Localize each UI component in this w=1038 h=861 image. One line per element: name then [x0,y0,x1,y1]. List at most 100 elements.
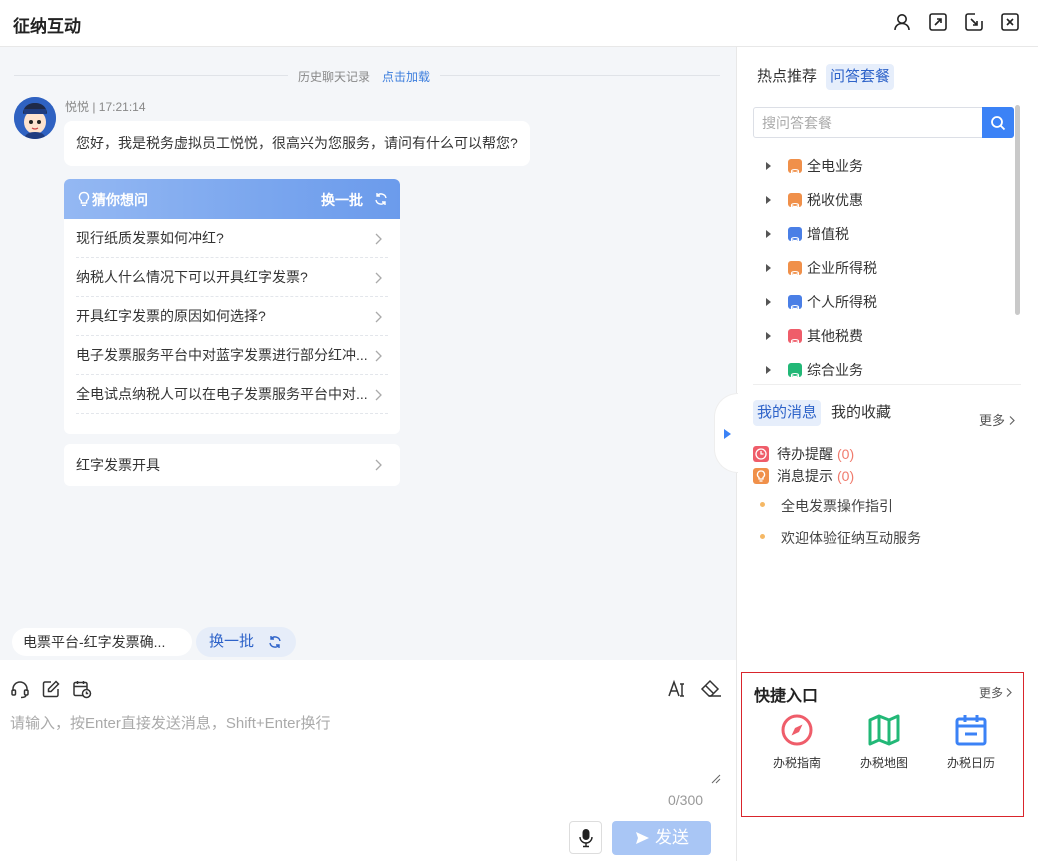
caret-right-icon[interactable] [766,230,771,238]
notice-item[interactable]: 全电发票操作指引 [760,496,893,516]
guess-item[interactable]: 现行纸质发票如何冲红? [76,219,388,258]
user-icon[interactable] [892,12,912,32]
caret-right-icon[interactable] [766,264,771,272]
database-icon [788,295,802,316]
guess-item-text: 纳税人什么情况下可以开具红字发票? [76,269,308,285]
tree-item[interactable]: 税收优惠 [761,183,1001,217]
quick-more-label: 更多 [979,686,1004,700]
caret-right-icon[interactable] [766,366,771,374]
caret-right-icon[interactable] [766,298,771,306]
tree-item[interactable]: 个人所得税 [761,285,1001,319]
chevron-right-icon [375,233,382,245]
edit-icon[interactable] [41,679,61,699]
close-icon[interactable] [1000,12,1020,32]
window-title: 征纳互动 [13,17,81,36]
tab-qa-package[interactable]: 问答套餐 [826,64,895,90]
message-notice-count: (0) [837,468,855,484]
guess-item-text: 全电试点纳税人可以在电子发票服务平台中对... [76,386,368,402]
search-button[interactable] [982,107,1014,138]
refresh-icon [269,636,281,648]
red-invoice-card[interactable]: 红字发票开具 [64,444,400,486]
headset-icon[interactable] [10,679,30,699]
guess-item-text: 电子发票服务平台中对蓝字发票进行部分红冲... [76,347,368,363]
guess-header: 猜你想问 换一批 [64,179,400,219]
tree-item-label: 其他税费 [807,328,863,344]
qa-search-input[interactable] [762,108,980,137]
voice-input-button[interactable] [569,821,602,854]
tree-item[interactable]: 增值税 [761,217,1001,251]
message-meta: 悦悦 | 17:21:14 [65,100,146,114]
compass-icon [781,714,813,746]
messages-more-link[interactable]: 更多 [979,410,1015,429]
load-history-link[interactable]: 点击加载 [382,70,430,84]
history-label: 历史聊天记录 [298,70,371,84]
quick-guide-label: 办税指南 [772,756,821,770]
expand-icon[interactable] [928,12,948,32]
tree-item-label: 个人所得税 [807,294,877,310]
tree-item[interactable]: 综合业务 [761,353,1001,387]
minimize-to-side-icon[interactable] [964,12,984,32]
tree-item[interactable]: 其他税费 [761,319,1001,353]
todo-reminder-label: 待办提醒 [777,446,833,462]
guess-title: 猜你想问 [92,192,148,208]
tree-item-label: 全电业务 [807,158,863,174]
tab-my-favorites[interactable]: 我的收藏 [827,400,895,426]
guess-item[interactable]: 开具红字发票的原因如何选择? [76,297,388,336]
title-bar: 征纳互动 [0,0,1038,47]
tree-item[interactable]: 企业所得税 [761,251,1001,285]
guess-item-text: 开具红字发票的原因如何选择? [76,308,266,324]
caret-right-icon[interactable] [766,332,771,340]
notice-item[interactable]: 欢迎体验征纳互动服务 [760,528,921,548]
tree-item-label: 企业所得税 [807,260,877,276]
tree-item-label: 增值税 [807,226,849,242]
tree-item[interactable]: 全电业务 [761,149,1001,183]
eraser-icon[interactable] [700,679,723,699]
tree-item-label: 税收优惠 [807,192,863,208]
divider [753,384,1021,385]
guess-item[interactable]: 全电试点纳税人可以在电子发票服务平台中对... [76,375,388,414]
input-area: 0/300 发送 [0,660,736,861]
microphone-icon [579,829,593,848]
suggestion-chip[interactable]: 电票平台-红字发票确... [12,628,192,656]
todo-reminder-count: (0) [837,446,855,462]
collapse-sidebar-handle[interactable] [714,393,738,473]
qa-search [753,107,1014,138]
guess-list: 现行纸质发票如何冲红? 纳税人什么情况下可以开具红字发票? 开具红字发票的原因如… [64,219,400,414]
chevron-right-icon [375,311,382,323]
send-label: 发送 [655,828,689,847]
resize-grip-icon[interactable] [711,774,721,784]
send-button[interactable]: 发送 [612,821,711,855]
guess-item[interactable]: 纳税人什么情况下可以开具红字发票? [76,258,388,297]
history-bar: 历史聊天记录 点击加载 [288,68,441,85]
quick-entry-panel: 快捷入口 更多 办税指南 办税地图 办税日历 [741,672,1024,817]
font-size-icon[interactable] [667,679,687,699]
tab-my-messages[interactable]: 我的消息 [753,400,822,426]
database-icon [788,193,802,214]
char-counter: 0/300 [668,792,704,808]
swap-suggestions-label: 换一批 [209,633,255,650]
quick-entry-title: 快捷入口 [754,688,819,705]
chat-pane: 历史聊天记录 点击加载 悦悦 | 17:21:14 您好，我是税务虚拟员工悦悦，很… [0,47,736,660]
tree-scrollbar[interactable] [1015,105,1020,315]
quick-more-link[interactable]: 更多 [979,684,1013,701]
quick-guide[interactable]: 办税指南 [765,713,829,771]
tab-hot-recommend[interactable]: 热点推荐 [753,64,821,90]
swap-suggestions-button[interactable]: 换一批 [196,627,296,657]
database-icon [788,261,802,282]
quick-map[interactable]: 办税地图 [852,713,916,771]
bulb-icon [78,191,90,206]
guess-swap-button[interactable]: 换一批 [321,190,363,210]
message-notice-text: 消息提示 (0) [777,467,854,485]
database-icon [788,159,802,180]
guess-item[interactable]: 电子发票服务平台中对蓝字发票进行部分红冲... [76,336,388,375]
todo-reminder-text: 待办提醒 (0) [777,445,854,463]
message-input[interactable] [10,712,722,787]
right-sidebar: 热点推荐 问答套餐 全电业务税收优惠增值税企业所得税个人所得税其他税费综合业务 … [736,47,1038,861]
chevron-right-icon [375,350,382,362]
chevron-right-icon [375,459,382,471]
quick-calendar[interactable]: 办税日历 [939,713,1003,771]
calendar-clock-icon[interactable] [72,679,92,699]
caret-right-icon[interactable] [766,162,771,170]
refresh-icon[interactable] [374,192,388,206]
caret-right-icon[interactable] [766,196,771,204]
